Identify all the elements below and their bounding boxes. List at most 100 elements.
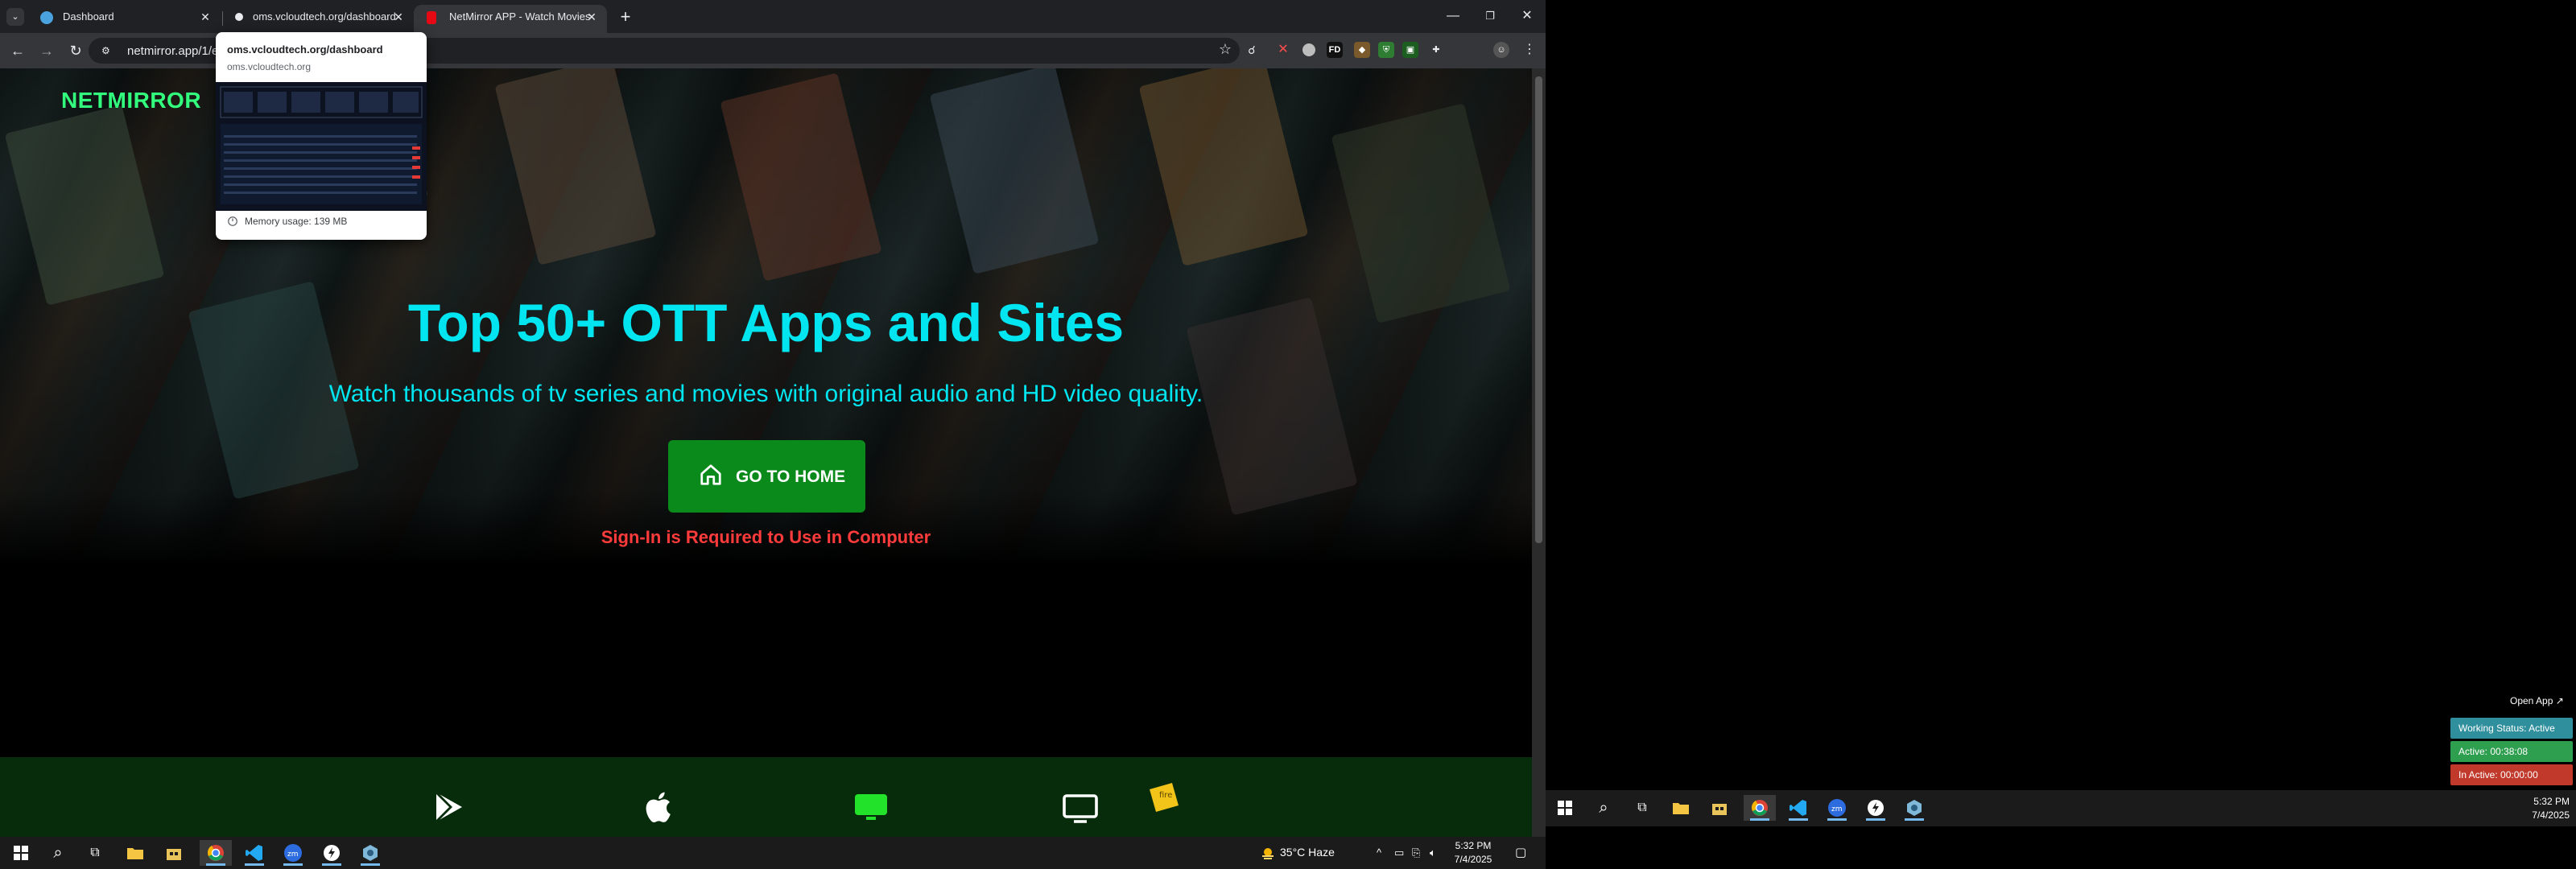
url-text: netmirror.app/1/e (127, 44, 219, 58)
poster-image (1331, 103, 1511, 323)
hover-card-domain: oms.vcloudtech.org (227, 61, 312, 72)
clock-date: 7/4/2025 (1454, 854, 1492, 865)
left-monitor: ⌄ Dashboard ✕ oms.vcloudtech.org/dashboa… (0, 0, 1546, 869)
android-tv-icon[interactable] (852, 788, 890, 826)
start-button[interactable] (5, 840, 37, 866)
tab-netmirror[interactable]: NetMirror APP - Watch Movies ✕ (414, 5, 607, 33)
windows-start-icon (14, 846, 28, 860)
task-view-icon[interactable]: ⧉ (79, 840, 111, 866)
close-tab-icon[interactable]: ✕ (391, 10, 406, 24)
circle-extension-icon[interactable] (1302, 43, 1315, 56)
zoom-taskbar-icon[interactable]: zm (277, 840, 309, 866)
forward-button[interactable]: → (37, 41, 56, 60)
incognito-extension-icon[interactable]: ☌ (1244, 42, 1260, 58)
site-info-icon[interactable]: ⚙ (101, 44, 114, 57)
reload-button[interactable]: ↻ (66, 41, 85, 60)
inactive-time-row: In Active: 00:00:00 (2450, 764, 2573, 785)
chrome-taskbar-icon[interactable] (200, 840, 232, 866)
right-monitor: Open App ↗ Working Status: Active Active… (1546, 0, 2576, 869)
go-to-home-button[interactable]: GO TO HOME (668, 440, 865, 513)
bookmark-star-icon[interactable]: ☆ (1219, 41, 1232, 58)
fd-extension-icon[interactable]: FD (1327, 42, 1343, 58)
network-icon[interactable]: ⎘ (1412, 846, 1420, 859)
tab-title: Dashboard (63, 10, 114, 23)
oms-favicon-icon (235, 13, 243, 21)
green-extension-icon[interactable]: ▣ (1402, 42, 1418, 58)
page-headline: Top 50+ OTT Apps and Sites (407, 293, 1125, 352)
close-tab-icon[interactable]: ✕ (584, 10, 599, 24)
back-button[interactable]: ← (8, 41, 27, 60)
tab-dashboard[interactable]: Dashboard ✕ (27, 5, 221, 33)
clock-time: 5:32 PM (1455, 840, 1492, 851)
browser-menu-icon[interactable]: ⋮ (1521, 42, 1538, 58)
search-icon[interactable]: ⌕ (42, 840, 74, 866)
tab-search-button[interactable]: ⌄ (6, 8, 24, 26)
file-explorer-icon[interactable] (1665, 795, 1697, 821)
new-tab-button[interactable]: + (615, 7, 636, 28)
restore-button[interactable]: ❐ (1472, 0, 1509, 32)
close-tab-icon[interactable]: ✕ (198, 10, 213, 24)
tracker-taskbar-icon[interactable] (1898, 795, 1930, 821)
app-taskbar-icon[interactable] (316, 840, 348, 866)
clock-date: 7/4/2025 (2532, 809, 2570, 821)
battery-icon[interactable]: ▭ (1394, 846, 1404, 859)
task-view-icon[interactable]: ⧉ (1626, 795, 1658, 821)
vscode-taskbar-icon[interactable] (238, 840, 270, 866)
tracker-taskbar-icon[interactable] (354, 840, 386, 866)
show-hidden-icons-chevron-icon[interactable]: ^ (1377, 846, 1381, 859)
active-time-row: Active: 00:38:08 (2450, 741, 2573, 762)
dashboard-thumbnail-image (216, 82, 427, 211)
hover-card-thumbnail (216, 82, 427, 211)
dashboard-favicon-icon (40, 11, 53, 24)
close-window-button[interactable]: ✕ (1509, 0, 1546, 32)
windows-start-icon (1558, 801, 1572, 815)
weather-text[interactable]: 35°C Haze (1280, 846, 1335, 859)
tab-separator (222, 11, 223, 26)
play-store-icon[interactable] (430, 788, 469, 826)
fire-tv-icon-glyph: fire (1159, 791, 1172, 800)
poster-image (4, 105, 165, 306)
apple-icon[interactable] (641, 788, 679, 826)
red-x-extension-icon[interactable]: ✕ (1275, 42, 1291, 58)
app-taskbar-icon[interactable] (1860, 795, 1892, 821)
store-icon[interactable] (1703, 795, 1736, 821)
vscode-taskbar-icon[interactable] (1782, 795, 1814, 821)
zoom-taskbar-icon[interactable]: zm (1821, 795, 1853, 821)
extensions-puzzle-icon[interactable]: ✚ (1428, 42, 1444, 58)
shield-extension-icon[interactable]: ⛨ (1378, 42, 1394, 58)
notification-center-icon[interactable]: ▢ (1515, 845, 1526, 859)
secondary-taskbar: ⌕ ⧉ zm 5:32 PM 7/4/2025 (1546, 790, 2576, 826)
scrollbar-thumb[interactable] (1535, 76, 1542, 543)
tab-title: NetMirror APP - Watch Movies (449, 10, 591, 23)
minimize-button[interactable]: — (1435, 0, 1472, 32)
poster-image (720, 72, 882, 282)
working-status-row: Working Status: Active (2450, 718, 2573, 739)
poster-image (929, 68, 1100, 274)
volume-icon[interactable]: 🔈︎ (1430, 846, 1436, 859)
poster-image (494, 68, 657, 266)
clock-time: 5:32 PM (2533, 796, 2570, 807)
page-scrollbar[interactable] (1532, 68, 1546, 839)
tab-oms-dashboard[interactable]: oms.vcloudtech.org/dashboard ✕ (224, 5, 414, 33)
svg-text:zm: zm (1831, 805, 1843, 813)
file-explorer-icon[interactable] (119, 840, 151, 866)
profile-avatar[interactable]: ☺ (1493, 42, 1509, 58)
tv-icon[interactable] (1061, 788, 1100, 826)
svg-text:zm: zm (287, 850, 299, 859)
tab-title: oms.vcloudtech.org/dashboard (253, 10, 396, 23)
badge-extension-icon[interactable]: ◆ (1354, 42, 1370, 58)
store-icon[interactable] (158, 840, 190, 866)
hover-card-memory: Memory usage: 139 MB (245, 216, 348, 227)
brand-logo[interactable]: NETMIRROR (61, 88, 201, 113)
start-button[interactable] (1549, 795, 1581, 821)
taskbar: ⌕ ⧉ zm 35°C Haze ^ ▭ ⎘ 🔈︎ 5:32 PM 7/4/20… (0, 837, 1546, 869)
search-icon[interactable]: ⌕ (1587, 795, 1620, 821)
page-subheadline: Watch thousands of tv series and movies … (328, 381, 1203, 407)
open-app-link[interactable]: Open App ↗ (2510, 695, 2564, 706)
taskbar-clock[interactable]: 5:32 PM 7/4/2025 (1449, 839, 1497, 867)
fire-tv-icon[interactable]: fire (1145, 780, 1183, 818)
go-to-home-label: GO TO HOME (736, 467, 846, 486)
taskbar-clock[interactable]: 5:32 PM 7/4/2025 (2532, 795, 2570, 822)
signin-required-note: Sign-In is Required to Use in Computer (601, 527, 931, 547)
chrome-taskbar-icon[interactable] (1744, 795, 1776, 821)
